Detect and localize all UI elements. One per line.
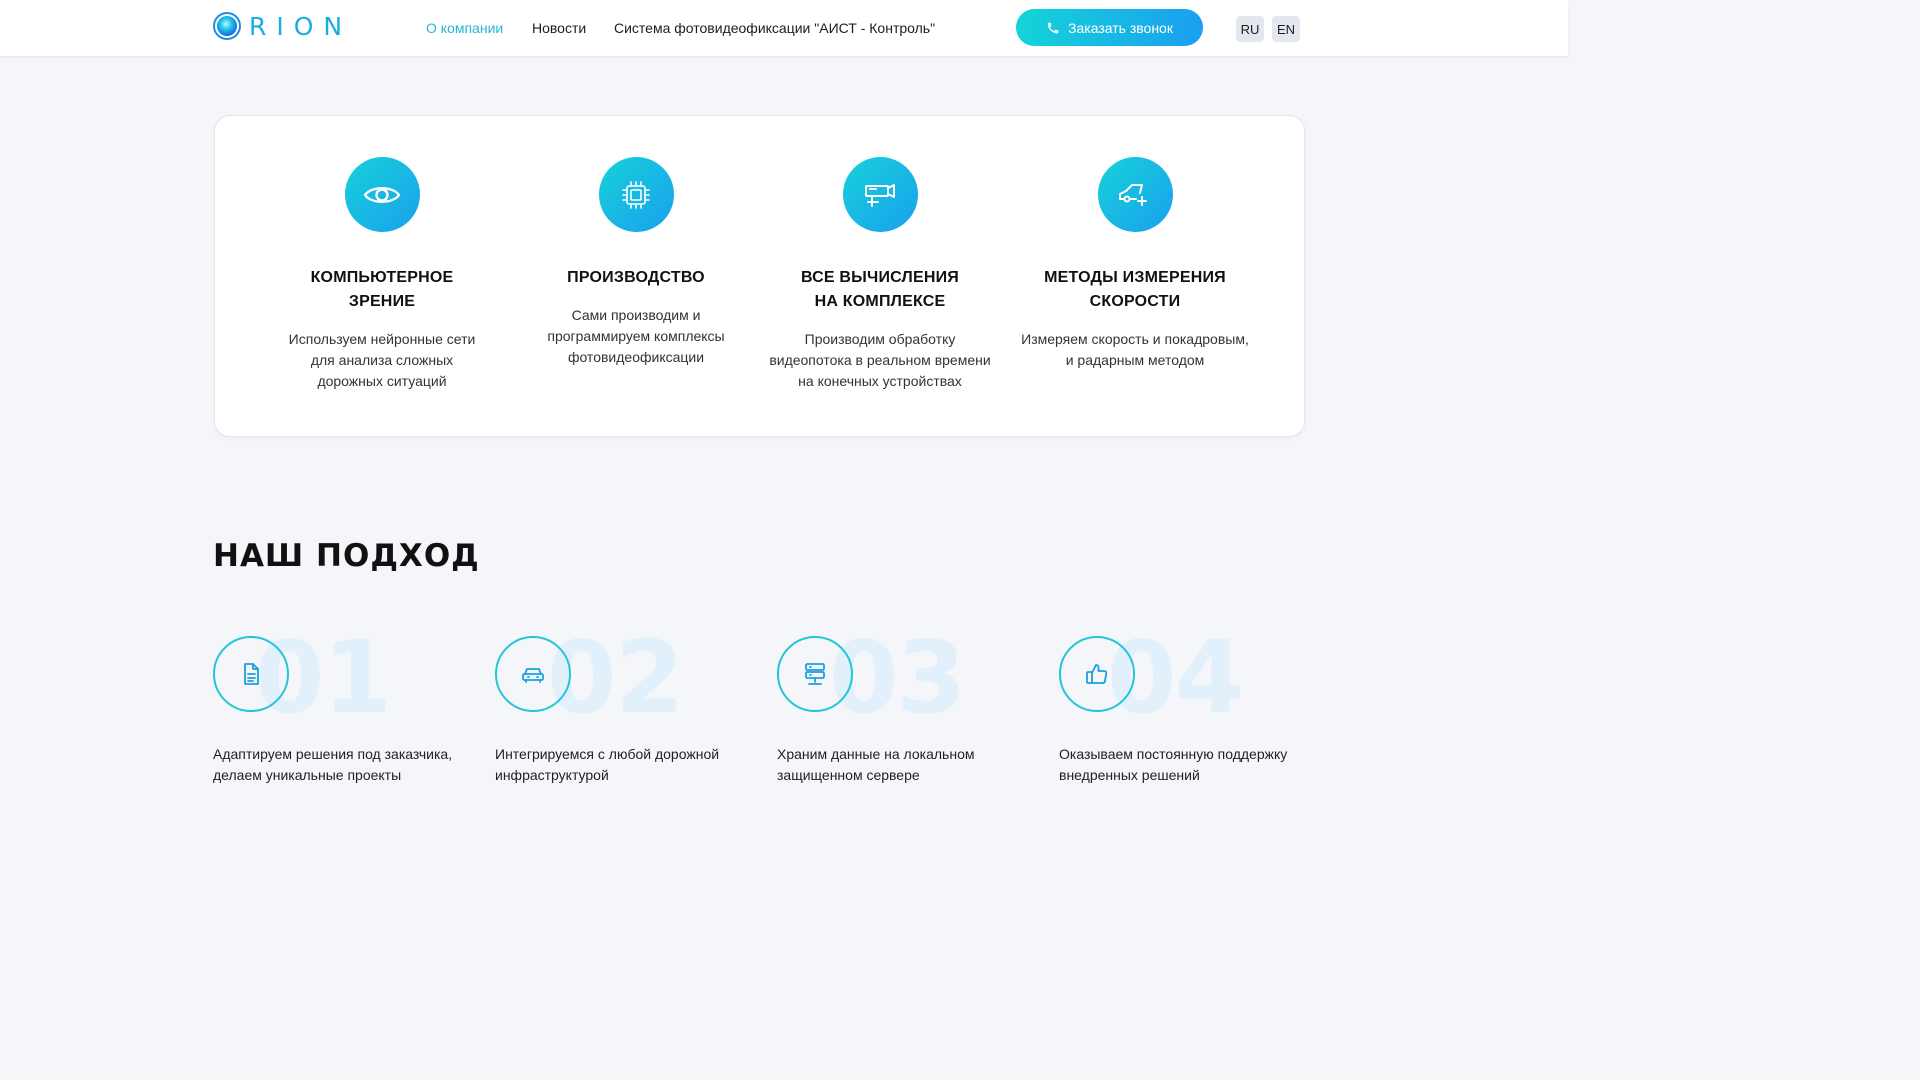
phone-icon bbox=[1047, 22, 1059, 33]
logo-text: RION bbox=[249, 11, 353, 41]
step-icon-circle bbox=[777, 636, 853, 712]
feature-icon-badge bbox=[1097, 157, 1173, 232]
document-icon bbox=[244, 663, 259, 685]
speed-car-icon bbox=[1119, 183, 1147, 206]
site-header: RION О компании Новости Система фотовиде… bbox=[0, 0, 1568, 57]
nav-news[interactable]: Новости bbox=[532, 20, 586, 36]
feature-production: Производство Сами производим и программи… bbox=[531, 116, 741, 368]
server-icon bbox=[805, 663, 825, 685]
logo[interactable]: RION bbox=[213, 10, 352, 42]
feature-text: Сами производим и программируем комплекс… bbox=[547, 307, 725, 365]
logo-circle-icon bbox=[213, 12, 241, 40]
features-card: Компьютерное зрение Используем нейронные… bbox=[214, 115, 1305, 437]
order-call-button[interactable]: Заказать звонок bbox=[1016, 9, 1203, 46]
feature-text: Используем нейронные сети для анализа сл… bbox=[288, 331, 476, 389]
lang-en-button[interactable]: EN bbox=[1272, 16, 1300, 42]
step-text: Оказываем постоянную поддержку внедренны… bbox=[1059, 746, 1288, 783]
nav-aist-system[interactable]: Система фотовидеофиксации "АИСТ - Контро… bbox=[614, 20, 935, 36]
feature-title: Методы измерения скорости bbox=[1044, 269, 1226, 310]
feature-text: Измеряем скорость и покадровым, и радарн… bbox=[1021, 331, 1249, 368]
approach-step-2: 02 Интегрируемся с любой дорожной инфрас… bbox=[495, 628, 765, 798]
thumbs-up-icon bbox=[1086, 664, 1108, 684]
order-call-label: Заказать звонок bbox=[1068, 19, 1173, 36]
step-icon-circle bbox=[213, 636, 289, 712]
feature-icon-badge bbox=[598, 157, 674, 232]
approach-step-4: 04 Оказываем постоянную поддержку внедре… bbox=[1059, 628, 1329, 798]
eye-icon bbox=[363, 186, 401, 203]
approach-step-1: 01 Адаптируем решения под заказчика, дел… bbox=[213, 628, 483, 798]
feature-icon-badge bbox=[842, 157, 918, 232]
feature-text: Производим обработку видеопотока в реаль… bbox=[769, 331, 991, 389]
step-icon-circle bbox=[1059, 636, 1135, 712]
feature-computer-vision: Компьютерное зрение Используем нейронные… bbox=[277, 116, 487, 392]
feature-title: Компьютерное зрение bbox=[310, 269, 454, 310]
feature-speed-measurement: Методы измерения скорости Измеряем скоро… bbox=[1010, 116, 1260, 371]
approach-title: НАШ ПОДХОД bbox=[213, 538, 480, 574]
feature-title: Производство bbox=[567, 269, 705, 286]
camera-icon bbox=[865, 183, 895, 207]
feature-icon-badge bbox=[344, 157, 420, 232]
feature-title: Все вычисления на комплексе bbox=[801, 269, 959, 310]
feature-on-device-computing: Все вычисления на комплексе Производим о… bbox=[765, 116, 995, 392]
lang-ru-button[interactable]: RU bbox=[1236, 16, 1264, 42]
step-icon-circle bbox=[495, 636, 571, 712]
step-text: Храним данные на локальном защищенном се… bbox=[777, 746, 975, 783]
chip-icon bbox=[622, 180, 650, 209]
car-icon bbox=[522, 668, 544, 683]
approach-step-3: 03 Храним данные на локальном защищенном… bbox=[777, 628, 1047, 798]
step-text: Адаптируем решения под заказчика, делаем… bbox=[213, 746, 453, 783]
step-text: Интегрируемся с любой дорожной инфрастру… bbox=[495, 746, 720, 783]
nav-about[interactable]: О компании bbox=[426, 20, 503, 36]
